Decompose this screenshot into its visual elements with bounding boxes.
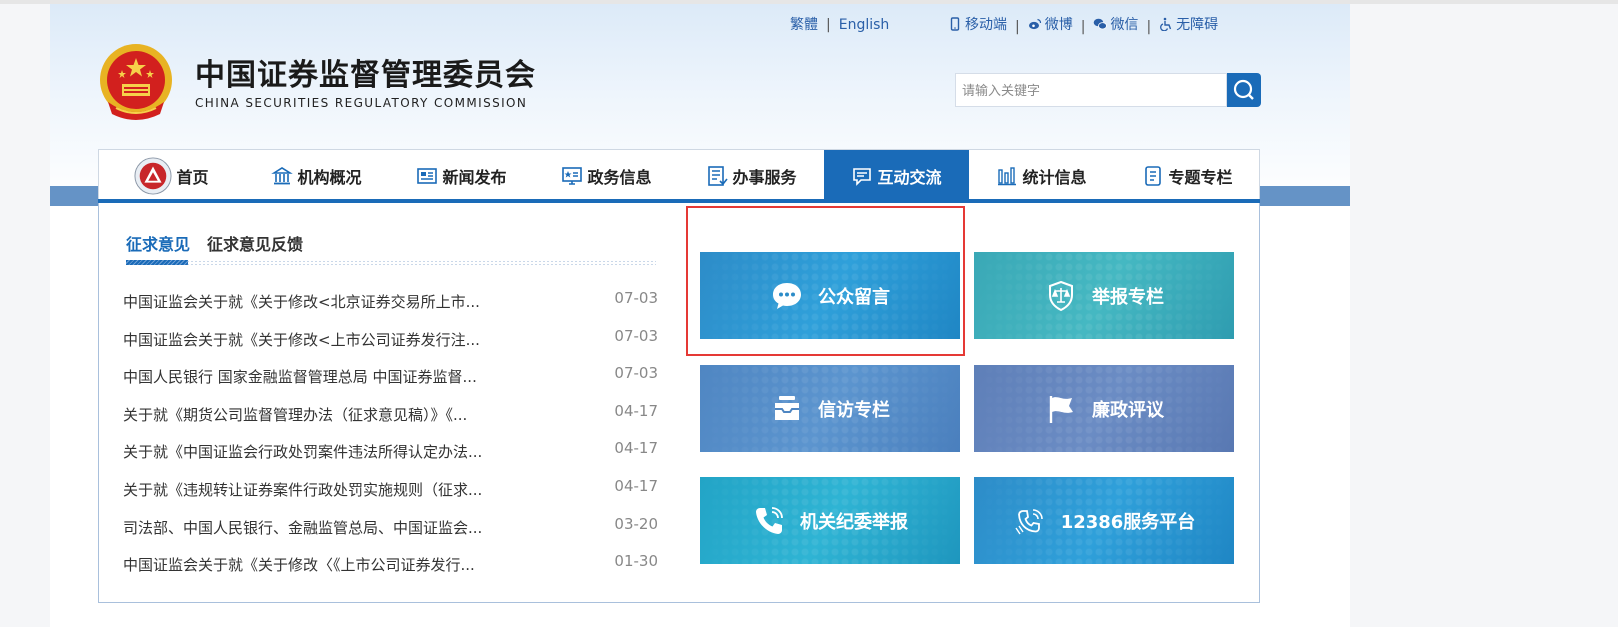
tile-label: 信访专栏 [818, 399, 890, 421]
news-date: 04-17 [614, 439, 658, 458]
utility-links: 移动端 | 微博 | 微信 | 无障碍 [948, 14, 1218, 35]
tab-active-indicator [126, 260, 188, 265]
news-title[interactable]: 中国人民银行 国家金融监督管理总局 中国证券监督... [123, 366, 477, 387]
news-date: 03-20 [614, 514, 658, 533]
news-date: 04-17 [614, 401, 658, 420]
mobile-link-label: 移动端 [965, 17, 1007, 33]
lang-traditional-link[interactable]: 繁體 [790, 14, 818, 34]
news-title[interactable]: 关于就《中国证监会行政处罚案件违法所得认定办法... [123, 441, 482, 462]
nav-item-label: 机构概况 [297, 168, 362, 187]
accessibility-icon [1160, 17, 1172, 31]
tab-solicit-opinions[interactable]: 征求意见 [126, 231, 190, 255]
news-title[interactable]: 中国证监会关于就《关于修改<北京证券交易所上市... [123, 291, 480, 312]
news-title[interactable]: 关于就《期货公司监督管理办法（征求意见稿）》《... [123, 404, 467, 425]
search-input[interactable] [955, 73, 1227, 107]
list-item[interactable]: 中国人民银行 国家金融监督管理总局 中国证券监督... 07-03 [123, 360, 658, 398]
tile-12386-platform[interactable]: 12386服务平台 [974, 477, 1234, 564]
newspaper-icon [417, 168, 438, 184]
phone-icon [752, 504, 786, 538]
news-title[interactable]: 中国证监会关于就《关于修改<上市公司证券发行注... [123, 329, 480, 350]
page-container: 中国证券监督管理委员会 CHINA SECURITIES REGULATORY … [50, 4, 1350, 627]
news-title[interactable]: 中国证监会关于就《关于修改〈《上市公司证券发行... [123, 554, 475, 575]
news-date: 04-17 [614, 476, 658, 495]
list-item[interactable]: 关于就《期货公司监督管理办法（征求意见稿）》《... 04-17 [123, 398, 658, 436]
news-date: 07-03 [614, 364, 658, 383]
accessibility-link-label: 无障碍 [1176, 17, 1219, 33]
tile-report-column[interactable]: 举报专栏 [974, 252, 1234, 339]
main-nav: 首页 机构概况 新闻发布 政务信息 办事服务 互动交流 统计信息 专题专栏 [98, 149, 1261, 202]
tile-label: 机关纪委举报 [800, 511, 908, 533]
nav-item-about[interactable]: 机构概况 [244, 150, 389, 202]
nav-item-statistics[interactable]: 统计信息 [969, 150, 1114, 202]
inbox-icon [770, 392, 804, 426]
site-title[interactable]: 中国证券监督管理委员会 [195, 50, 536, 94]
nav-item-topics[interactable]: 专题专栏 [1114, 150, 1261, 202]
search-button[interactable] [1227, 73, 1261, 107]
list-item[interactable]: 关于就《中国证监会行政处罚案件违法所得认定办法... 04-17 [123, 435, 658, 473]
search-box [955, 73, 1261, 107]
tile-label: 12386服务平台 [1060, 511, 1196, 533]
language-links: 繁體 | English [790, 14, 889, 34]
csrc-emblem-icon [134, 157, 173, 195]
message-icon [853, 168, 872, 186]
nav-item-news[interactable]: 新闻发布 [389, 150, 534, 202]
nav-item-services[interactable]: 办事服务 [679, 150, 824, 202]
national-emblem-logo[interactable] [98, 42, 174, 124]
notebook-icon [1145, 166, 1162, 186]
chat-bubble-icon [770, 279, 804, 313]
nav-item-home[interactable]: 首页 [99, 150, 244, 202]
nav-item-label: 新闻发布 [442, 168, 507, 187]
mobile-link[interactable]: 移动端 [948, 14, 1007, 34]
nav-item-interaction[interactable]: 互动交流 [824, 150, 969, 202]
nav-item-label: 专题专栏 [1168, 168, 1233, 187]
bar-chart-icon [998, 167, 1017, 186]
building-icon [271, 167, 294, 185]
tab-divider [126, 260, 656, 266]
weibo-link[interactable]: 微博 [1028, 14, 1073, 34]
tile-label: 举报专栏 [1092, 286, 1164, 308]
document-list-icon [708, 166, 729, 186]
tab-opinion-feedback[interactable]: 征求意见反馈 [207, 231, 303, 255]
flag-icon [1044, 392, 1078, 426]
weibo-link-label: 微博 [1044, 17, 1073, 33]
news-date: 01-30 [614, 552, 658, 571]
tile-discipline-report[interactable]: 机关纪委举报 [700, 477, 960, 564]
news-title[interactable]: 关于就《违规转让证券案件行政处罚实施规则（征求... [123, 479, 482, 500]
site-subtitle: CHINA SECURITIES REGULATORY COMMISSION [195, 96, 528, 110]
list-item[interactable]: 中国证监会关于就《关于修改〈《上市公司证券发行... 01-30 [123, 548, 658, 586]
mobile-icon [950, 17, 960, 31]
tile-label: 公众留言 [818, 286, 890, 308]
search-icon [1233, 79, 1254, 100]
tile-public-message[interactable]: 公众留言 [700, 252, 960, 339]
list-item[interactable]: 中国证监会关于就《关于修改<北京证券交易所上市... 07-03 [123, 285, 658, 323]
wechat-link-label: 微信 [1110, 17, 1139, 33]
lang-english-link[interactable]: English [839, 17, 890, 33]
nav-item-label: 统计信息 [1022, 168, 1087, 187]
info-board-icon [562, 167, 583, 185]
hotline-icon [1013, 504, 1047, 538]
news-title[interactable]: 司法部、中国人民银行、金融监管总局、中国证监会... [123, 517, 482, 538]
weibo-icon [1028, 18, 1041, 30]
nav-item-label: 政务信息 [587, 168, 652, 187]
tile-petition-column[interactable]: 信访专栏 [700, 365, 960, 452]
nav-item-label: 首页 [176, 168, 209, 187]
wechat-link[interactable]: 微信 [1093, 14, 1138, 34]
shield-scale-icon [1044, 279, 1078, 313]
wechat-icon [1094, 18, 1108, 30]
nav-item-label: 互动交流 [877, 168, 942, 187]
tile-integrity-review[interactable]: 廉政评议 [974, 365, 1234, 452]
list-item[interactable]: 司法部、中国人民银行、金融监管总局、中国证监会... 03-20 [123, 511, 658, 549]
list-item[interactable]: 关于就《违规转让证券案件行政处罚实施规则（征求... 04-17 [123, 473, 658, 511]
news-list: 中国证监会关于就《关于修改<北京证券交易所上市... 07-03 中国证监会关于就… [123, 285, 658, 586]
news-date: 07-03 [614, 289, 658, 307]
nav-item-label: 办事服务 [732, 168, 797, 187]
list-item[interactable]: 中国证监会关于就《关于修改<上市公司证券发行注... 07-03 [123, 323, 658, 361]
tile-label: 廉政评议 [1092, 399, 1164, 421]
nav-item-gov-info[interactable]: 政务信息 [534, 150, 679, 202]
news-date: 07-03 [614, 326, 658, 345]
accessibility-link[interactable]: 无障碍 [1159, 14, 1218, 34]
